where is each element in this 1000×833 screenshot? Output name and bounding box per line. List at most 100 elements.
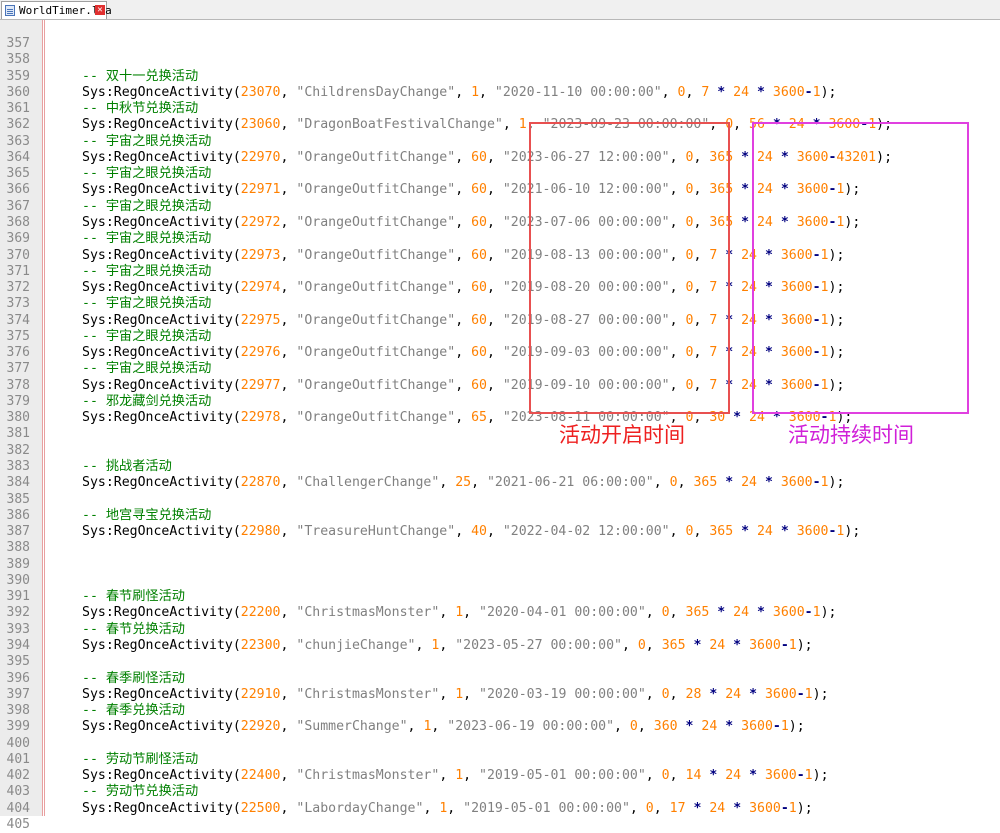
code-text: , [415, 638, 432, 653]
code-line[interactable]: Sys:RegOnceActivity(22973, "OrangeOutfit… [82, 248, 844, 264]
code-line[interactable]: -- 春季刷怪活动 [82, 671, 185, 687]
code-text: ); [844, 524, 861, 539]
code-line[interactable]: Sys:RegOnceActivity(22920, "SummerChange… [82, 719, 805, 735]
code-text: Sys:RegOnceActivity( [82, 215, 241, 230]
line-number: 385 [6, 492, 30, 507]
code-line[interactable]: Sys:RegOnceActivity(23070, "ChildrensDay… [82, 85, 836, 101]
code-line[interactable]: Sys:RegOnceActivity(22976, "OrangeOutfit… [82, 345, 844, 361]
close-icon[interactable]: ✕ [95, 5, 105, 15]
code-line[interactable]: -- 宇宙之眼兑换活动 [82, 361, 211, 377]
code-number: 3600 [749, 638, 781, 653]
code-line[interactable]: -- 双十一兑换活动 [82, 69, 198, 85]
code-line[interactable]: -- 春季兑换活动 [82, 703, 185, 719]
code-line[interactable]: -- 劳动节兑换活动 [82, 784, 198, 800]
code-text: , [407, 719, 424, 734]
code-number: 1 [780, 719, 789, 734]
code-text: , [486, 524, 503, 539]
code-text: , [280, 248, 297, 263]
code-string: "DragonBoatFestivalChange" [296, 117, 503, 132]
code-string: "2020-04-01 00:00:00" [479, 605, 646, 620]
line-number: 402 [6, 768, 30, 783]
code-text: Sys:RegOnceActivity( [82, 280, 241, 295]
code-line[interactable]: -- 邪龙藏剑兑换活动 [82, 394, 211, 410]
code-text: , [486, 150, 503, 165]
code-line[interactable]: -- 宇宙之眼兑换活动 [82, 329, 211, 345]
code-line[interactable]: Sys:RegOnceActivity(22972, "OrangeOutfit… [82, 215, 860, 231]
code-number: 0 [661, 687, 670, 702]
line-number: 386 [6, 508, 30, 523]
code-operator: - [812, 475, 821, 490]
code-line[interactable]: -- 宇宙之眼兑换活动 [82, 199, 211, 215]
line-number: 377 [6, 361, 30, 376]
line-number: 372 [6, 280, 30, 295]
code-number: 60 [471, 248, 487, 263]
code-line[interactable]: -- 宇宙之眼兑换活动 [82, 296, 211, 312]
code-line[interactable]: -- 中秋节兑换活动 [82, 101, 198, 117]
code-text: , [280, 182, 297, 197]
line-number: 364 [6, 150, 30, 165]
code-number: 24 [733, 85, 750, 100]
code-comment: -- 宇宙之眼兑换活动 [82, 361, 212, 376]
code-string: "2021-06-21 06:00:00" [486, 475, 654, 490]
code-number: 24 [725, 768, 742, 783]
code-line[interactable]: Sys:RegOnceActivity(22870, "ChallengerCh… [82, 475, 844, 491]
code-line[interactable]: Sys:RegOnceActivity(22977, "OrangeOutfit… [82, 378, 844, 394]
code-line[interactable]: -- 宇宙之眼兑换活动 [82, 166, 211, 182]
code-text: , [669, 687, 686, 702]
code-number: 22973 [240, 248, 281, 263]
code-operator: * [741, 768, 765, 783]
code-text: Sys:RegOnceActivity( [82, 378, 241, 393]
code-text: , [669, 605, 686, 620]
text-file-icon [5, 5, 15, 16]
code-line[interactable]: -- 地宫寻宝兑换活动 [82, 508, 211, 524]
code-text: , [439, 475, 456, 490]
line-number: 357 [6, 36, 30, 51]
code-number: 1 [455, 768, 464, 783]
code-line[interactable]: -- 宇宙之眼兑换活动 [82, 134, 211, 150]
code-line[interactable]: Sys:RegOnceActivity(22971, "OrangeOutfit… [82, 182, 860, 198]
code-line[interactable]: Sys:RegOnceActivity(22200, "ChristmasMon… [82, 605, 836, 621]
code-number: 24 [756, 524, 773, 539]
code-string: "OrangeOutfitChange" [296, 410, 456, 425]
code-text: , [280, 801, 297, 816]
code-number: 40 [471, 524, 487, 539]
code-operator: * [725, 638, 750, 653]
code-line[interactable]: Sys:RegOnceActivity(22975, "OrangeOutfit… [82, 313, 844, 329]
code-text: , [645, 687, 662, 702]
code-comment: -- 春节刷怪活动 [82, 589, 185, 604]
code-string: "2019-05-01 00:00:00" [479, 768, 646, 783]
code-text: , [280, 280, 297, 295]
code-comment: -- 挑战者活动 [82, 459, 172, 474]
code-number: 22978 [240, 410, 281, 425]
code-line[interactable]: -- 挑战者活动 [82, 459, 172, 475]
code-text: ); [788, 719, 805, 734]
code-line[interactable]: Sys:RegOnceActivity(22974, "OrangeOutfit… [82, 280, 844, 296]
code-text: , [685, 85, 702, 100]
file-tab[interactable]: WorldTimer.lua ✕ [1, 1, 112, 19]
code-line[interactable]: Sys:RegOnceActivity(22300, "chunjieChang… [82, 638, 813, 654]
code-line[interactable]: -- 宇宙之眼兑换活动 [82, 231, 211, 247]
code-line[interactable]: Sys:RegOnceActivity(22910, "ChristmasMon… [82, 687, 829, 703]
code-line[interactable]: Sys:RegOnceActivity(22500, "LabordayChan… [82, 801, 813, 817]
code-number: 3600 [772, 85, 805, 100]
code-line[interactable]: -- 劳动节刷怪活动 [82, 752, 198, 768]
code-line[interactable]: Sys:RegOnceActivity(22978, "OrangeOutfit… [82, 410, 852, 426]
code-operator: * [677, 719, 702, 734]
code-comment: -- 春季兑换活动 [82, 703, 185, 718]
code-text: Sys:RegOnceActivity( [82, 687, 241, 702]
code-line[interactable]: -- 宇宙之眼兑换活动 [82, 264, 211, 280]
code-line[interactable]: Sys:RegOnceActivity(22400, "ChristmasMon… [82, 768, 829, 784]
code-number: 60 [471, 150, 487, 165]
code-text: , [637, 719, 654, 734]
code-number: 1 [812, 85, 821, 100]
code-text: , [423, 801, 440, 816]
code-operator: * [685, 801, 710, 816]
code-string: "ChristmasMonster" [296, 687, 440, 702]
code-number: 1 [788, 801, 797, 816]
code-line[interactable]: -- 春节兑换活动 [82, 622, 185, 638]
code-line[interactable]: -- 春节刷怪活动 [82, 589, 185, 605]
code-text: , [455, 313, 472, 328]
code-line[interactable]: Sys:RegOnceActivity(22980, "TreasureHunt… [82, 524, 860, 540]
start-time-annotation: 活动开启时间 [559, 423, 685, 447]
line-number: 371 [6, 264, 30, 279]
